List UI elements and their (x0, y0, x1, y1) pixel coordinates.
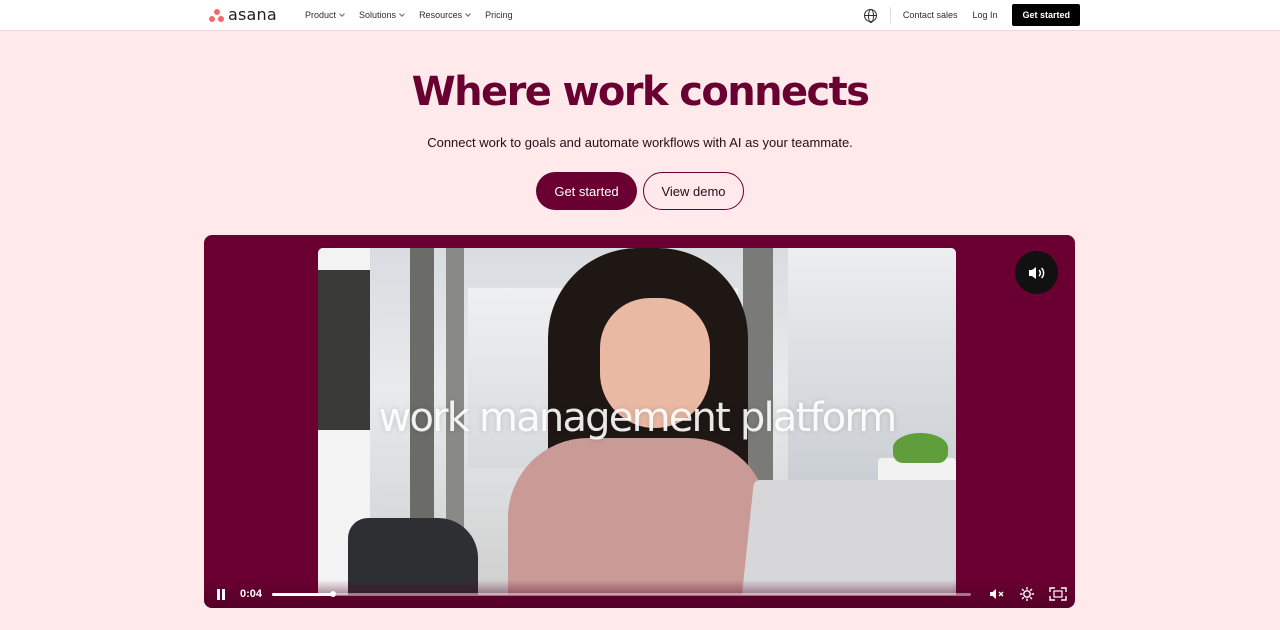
nav-pricing[interactable]: Pricing (485, 9, 513, 21)
chevron-down-icon (465, 10, 471, 17)
nav-pricing-label: Pricing (485, 10, 513, 20)
mute-icon[interactable] (988, 586, 1006, 602)
log-in-link[interactable]: Log In (972, 10, 997, 20)
video-progress-fill (272, 593, 333, 596)
hero-cta-row: Get started View demo (536, 172, 744, 210)
speaker-icon (1028, 266, 1044, 279)
pause-icon[interactable] (216, 589, 226, 600)
nav-links: Product Solutions Resources Pricing (305, 9, 513, 21)
laptop (741, 480, 956, 595)
view-demo-button[interactable]: View demo (643, 172, 744, 210)
nav-resources[interactable]: Resources (419, 9, 471, 21)
hero-video-player[interactable]: work management platform 0:04 (204, 235, 1075, 608)
video-time: 0:04 (240, 588, 263, 600)
asana-logo-icon (209, 8, 224, 22)
nav-product-label: Product (305, 10, 337, 20)
nav-right: Contact sales Log In Get started (863, 4, 1080, 26)
video-progress-track[interactable] (272, 591, 971, 597)
video-controls: 0:04 (204, 580, 1075, 608)
logo-text: asana (228, 5, 277, 24)
nav-divider (889, 7, 891, 23)
nav-product[interactable]: Product (305, 9, 345, 21)
chevron-down-icon (399, 10, 405, 17)
get-started-button[interactable]: Get started (536, 172, 637, 210)
settings-icon[interactable] (1018, 586, 1036, 602)
fullscreen-icon-glyph (1049, 587, 1067, 601)
hero-subtitle: Connect work to goals and automate workf… (427, 135, 853, 150)
fullscreen-icon[interactable] (1049, 586, 1067, 602)
video-caption: work management platform (378, 395, 898, 441)
nav-resources-label: Resources (419, 10, 463, 20)
nav-solutions-label: Solutions (359, 10, 397, 20)
nav-get-started-button[interactable]: Get started (1012, 4, 1080, 26)
globe-icon[interactable] (863, 8, 877, 23)
nav-solutions[interactable]: Solutions (359, 9, 405, 21)
person-body (508, 438, 768, 595)
hero-title: Where work connects (411, 69, 870, 115)
video-frame: work management platform (318, 248, 956, 595)
asana-logo[interactable]: asana (209, 6, 277, 24)
mute-icon-glyph (990, 589, 1004, 599)
chevron-down-icon (339, 10, 345, 17)
settings-icon-glyph (1020, 587, 1034, 601)
sound-toggle-button[interactable] (1015, 251, 1058, 294)
top-navigation: asana Product Solutions Resources Pricin… (0, 0, 1280, 31)
contact-sales-link[interactable]: Contact sales (903, 10, 958, 20)
video-progress-thumb[interactable] (329, 591, 336, 597)
